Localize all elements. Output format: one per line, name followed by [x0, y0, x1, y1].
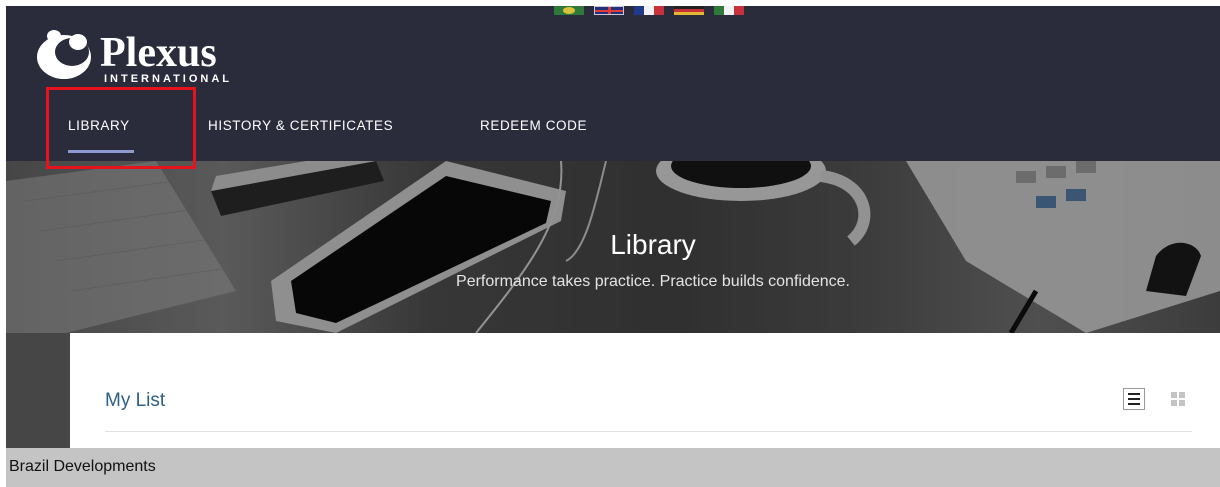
grid-view-cell	[1179, 400, 1185, 406]
grid-view-cell	[1171, 392, 1177, 398]
nav-redeem-code[interactable]: REDEEM CODE	[480, 118, 587, 133]
language-flags	[554, 6, 744, 15]
page-subtitle: Performance takes practice. Practice bui…	[456, 273, 850, 290]
list-view-line	[1128, 398, 1140, 400]
page: Plexus INTERNATIONAL LIBRARY HISTORY & C…	[0, 0, 1220, 487]
grid-view-cell	[1171, 400, 1177, 406]
uk-flag-icon[interactable]	[594, 6, 624, 15]
category-title: Brazil Developments	[9, 458, 156, 475]
content-card: My List	[70, 333, 1220, 448]
grid-view-cell	[1179, 392, 1185, 398]
hero-banner: Library Performance takes practice. Prac…	[6, 161, 1220, 333]
nav-library[interactable]: LIBRARY	[68, 118, 130, 133]
brazil-flag-icon[interactable]	[554, 6, 584, 15]
france-flag-icon[interactable]	[634, 6, 664, 15]
logo-subtitle: INTERNATIONAL	[104, 73, 233, 85]
grid-view-icon[interactable]	[1171, 392, 1185, 406]
list-view-line	[1128, 393, 1140, 395]
nav-active-underline	[68, 150, 134, 153]
site-header: Plexus INTERNATIONAL LIBRARY HISTORY & C…	[6, 6, 1220, 161]
italy-flag-icon[interactable]	[714, 6, 744, 15]
section-title-my-list: My List	[105, 390, 166, 411]
list-view-line	[1128, 403, 1140, 405]
list-view-icon[interactable]	[1123, 388, 1145, 410]
nav-history-certificates[interactable]: HISTORY & CERTIFICATES	[208, 118, 393, 133]
page-title: Library	[610, 229, 696, 260]
germany-flag-icon[interactable]	[674, 6, 704, 15]
plexus-logo-icon	[37, 30, 91, 79]
category-bar[interactable]: Brazil Developments	[6, 448, 1220, 487]
plexus-logo[interactable]: Plexus INTERNATIONAL	[34, 26, 232, 88]
side-background	[6, 333, 70, 448]
logo-wordmark: Plexus	[100, 30, 217, 76]
section-divider	[105, 431, 1192, 432]
logo-text: Plexus INTERNATIONAL	[100, 30, 233, 85]
